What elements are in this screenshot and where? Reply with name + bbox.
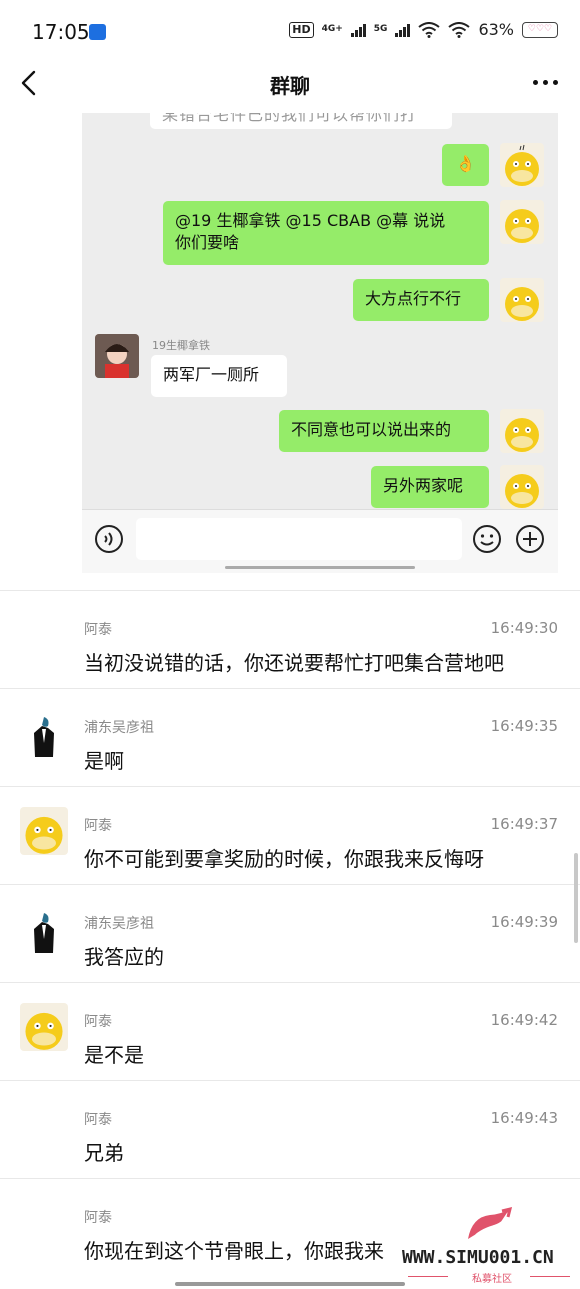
chat-bubble-other-two: 另外两家呢 [371,466,489,508]
watermark-text: WWW.SIMU001.CN [402,1247,554,1268]
app-notification-icon [89,24,106,40]
comment-text: 我答应的 [84,945,164,969]
page-title: 群聊 [270,74,310,98]
embedded-chat-screenshot[interactable]: 某错合宅件已的我们可以帮你们打 👌 @19 生椰拿铁 @15 CBAB @幕 说… [82,113,558,573]
hd-voice-icon: HD [289,21,314,38]
comment-row: 浦东吴彦祖 16:49:35 是啊 [0,688,580,786]
avatar-suit [20,709,68,757]
more-options-icon[interactable] [533,80,558,85]
comment-time: 16:49:43 [490,1109,558,1127]
chat-bubble-disagree: 不同意也可以说出来的 [279,410,489,452]
comment-row: 阿泰 16:49:43 兄弟 [0,1080,580,1178]
comment-author: 阿泰 [84,1112,112,1128]
chat-bubble-mention: @19 生椰拿铁 @15 CBAB @幕 说说 你们要啥 [163,201,489,265]
embedded-home-indicator [225,566,415,569]
comment-row: 阿泰 16:49:30 当初没说错的话，你还说要帮忙打吧集合营地吧 [0,590,580,688]
avatar-duck [20,1003,68,1051]
cut-off-message-text: 某错合宅件已的我们可以帮你们打 [162,113,418,124]
status-bar: 17:05 HD 4G+ 5G 63% ♡♡♡ [0,0,580,62]
voice-input-icon[interactable] [94,524,124,554]
comment-time: 16:49:35 [490,717,558,735]
navigation-bar: 群聊 [0,62,580,108]
watermark-subtitle: 私募社区 [472,1274,512,1285]
status-time: 17:05 [32,20,90,44]
plus-icon[interactable] [515,524,545,554]
comment-author: 阿泰 [84,622,112,638]
network-4g-label: 4G+ [321,24,343,34]
watermark-line-right [530,1276,570,1277]
comment-time: 16:49:39 [490,913,558,931]
comment-text: 你不可能到要拿奖励的时候，你跟我来反悔呀 [84,847,484,871]
watermark: WWW.SIMU001.CN 私募社区 [402,1205,580,1285]
network-5g-label: 5G [373,24,388,34]
wifi-icon [418,21,441,38]
comment-author: 阿泰 [84,1014,112,1030]
wifi-icon-2 [448,21,471,38]
comment-time: 16:49:30 [490,619,558,637]
signal-icon-2 [395,23,411,37]
message-input[interactable] [136,518,462,560]
comment-row: 阿泰 16:49:37 你不可能到要拿奖励的时候，你跟我来反悔呀 [0,786,580,884]
avatar-duck [500,143,544,187]
comment-text: 是不是 [84,1043,144,1067]
mention-line-2: 你们要啥 [175,233,240,252]
comment-author: 浦东吴彦祖 [84,720,154,736]
chat-bubble-generous: 大方点行不行 [353,279,489,321]
home-indicator [175,1282,405,1286]
avatar-duck [20,807,68,855]
comment-row: 阿泰 16:49:42 是不是 [0,982,580,1080]
comment-time: 16:49:42 [490,1011,558,1029]
emoji-icon[interactable] [472,524,502,554]
chat-input-bar [82,509,558,573]
comment-row: 浦东吴彦祖 16:49:39 我答应的 [0,884,580,982]
comment-author: 阿泰 [84,818,112,834]
avatar-child [95,334,139,378]
comment-author: 浦东吴彦祖 [84,916,154,932]
comment-author: 阿泰 [84,1210,112,1226]
cut-off-message-bubble: 某错合宅件已的我们可以帮你们打 [150,113,452,129]
chat-bubble-ok: 👌 [442,144,489,186]
scrollbar[interactable] [574,853,578,943]
ok-hand-emoji: 👌 [455,154,476,173]
comment-text: 兄弟 [84,1141,124,1165]
comment-time: 16:49:37 [490,815,558,833]
avatar-duck [500,465,544,509]
avatar-duck [500,200,544,244]
avatar-duck [500,409,544,453]
comment-text: 你现在到这个节骨眼上，你跟我来 [84,1239,384,1263]
comment-text: 当初没说错的话，你还说要帮忙打吧集合营地吧 [84,651,504,675]
watermark-logo-icon [468,1206,513,1239]
comment-text: 是啊 [84,749,124,773]
signal-icon [350,23,366,37]
sender-name: 19生椰拿铁 [152,339,210,352]
battery-percent: 63% [478,20,514,39]
chat-bubble-received: 两军厂一厕所 [151,355,287,397]
avatar-suit [20,905,68,953]
status-icons: HD 4G+ 5G 63% ♡♡♡ [289,20,558,39]
battery-icon: ♡♡♡ [522,21,558,38]
mention-line-1: @19 生椰拿铁 @15 CBAB @幕 说说 [175,211,446,230]
avatar-duck [500,278,544,322]
